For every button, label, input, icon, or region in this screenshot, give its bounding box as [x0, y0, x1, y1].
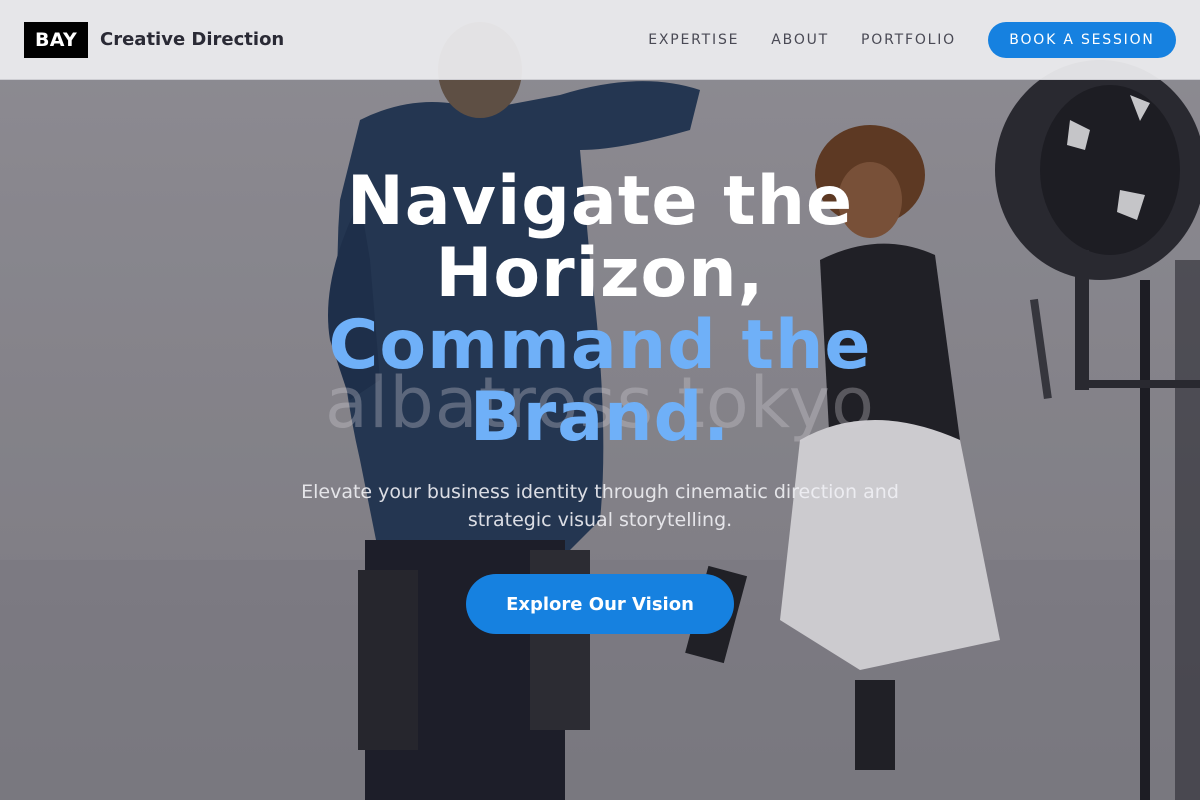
hero-title: Navigate the Horizon, Command the Brand.: [0, 166, 1200, 454]
book-session-button[interactable]: BOOK A SESSION: [988, 21, 1176, 58]
hero-title-accent-line-1: Command the: [328, 306, 872, 385]
hero-title-line-2: Horizon,: [435, 234, 765, 313]
main-nav: EXPERTISE ABOUT PORTFOLIO: [648, 32, 956, 48]
nav-link-about[interactable]: ABOUT: [771, 32, 829, 48]
hero-subtitle: Elevate your business identity through c…: [301, 481, 899, 531]
nav-link-expertise[interactable]: EXPERTISE: [648, 32, 739, 48]
site-header: BAY Creative Direction EXPERTISE ABOUT P…: [0, 0, 1200, 80]
hero-title-accent-line-2: Brand.: [469, 378, 731, 457]
hero-title-line-1: Navigate the: [346, 162, 854, 241]
explore-vision-button[interactable]: Explore Our Vision: [466, 574, 734, 634]
nav-link-portfolio[interactable]: PORTFOLIO: [861, 32, 956, 48]
brand-name[interactable]: Creative Direction: [100, 29, 284, 50]
logo-mark[interactable]: BAY: [24, 21, 88, 58]
